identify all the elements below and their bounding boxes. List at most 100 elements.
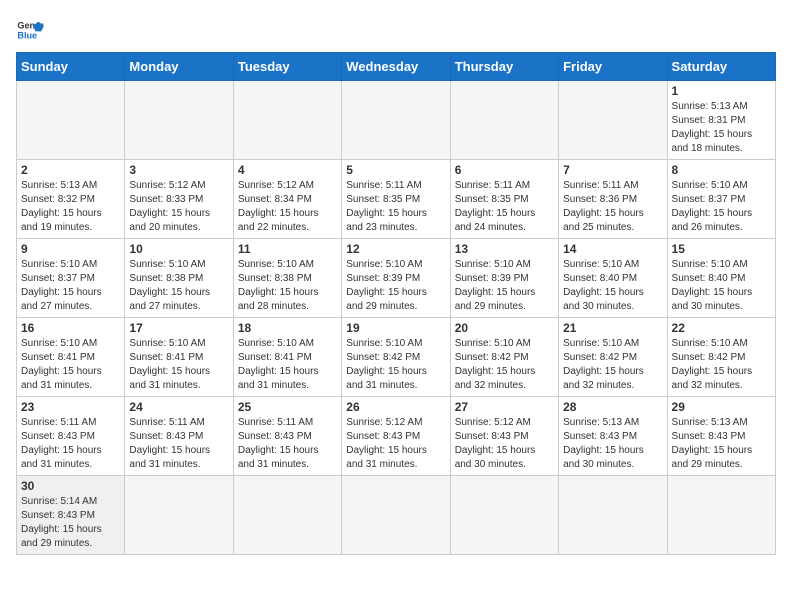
calendar-day-cell: [450, 81, 558, 160]
day-number: 18: [238, 321, 337, 335]
column-header-monday: Monday: [125, 53, 233, 81]
day-info: Sunrise: 5:14 AM Sunset: 8:43 PM Dayligh…: [21, 495, 120, 551]
day-number: 8: [672, 163, 771, 177]
calendar-day-cell: [450, 476, 558, 555]
calendar-day-cell: 16 Sunrise: 5:10 AM Sunset: 8:41 PM Dayli…: [17, 318, 125, 397]
calendar-day-cell: [667, 476, 775, 555]
day-number: 13: [455, 242, 554, 256]
calendar-day-cell: 4Sunrise: 5:12 AM Sunset: 8:34 PM Daylig…: [233, 160, 341, 239]
day-info: Sunrise: 5:10 AM Sunset: 8:38 PM Dayligh…: [238, 258, 337, 314]
day-number: 19: [346, 321, 445, 335]
calendar-day-cell: 6 Sunrise: 5:11 AM Sunset: 8:35 PM Daylig…: [450, 160, 558, 239]
calendar-day-cell: 8 Sunrise: 5:10 AM Sunset: 8:37 PM Daylig…: [667, 160, 775, 239]
day-number: 20: [455, 321, 554, 335]
calendar-day-cell: [233, 476, 341, 555]
day-info: Sunrise: 5:11 AM Sunset: 8:35 PM Dayligh…: [455, 179, 554, 235]
calendar-day-cell: [342, 476, 450, 555]
column-header-sunday: Sunday: [17, 53, 125, 81]
day-info: Sunrise: 5:11 AM Sunset: 8:36 PM Dayligh…: [563, 179, 662, 235]
day-number: 21: [563, 321, 662, 335]
calendar-day-cell: 1Sunrise: 5:13 AM Sunset: 8:31 PM Daylig…: [667, 81, 775, 160]
calendar-day-cell: 19 Sunrise: 5:10 AM Sunset: 8:42 PM Dayli…: [342, 318, 450, 397]
day-info: Sunrise: 5:10 AM Sunset: 8:42 PM Dayligh…: [455, 337, 554, 393]
day-info: Sunrise: 5:13 AM Sunset: 8:31 PM Dayligh…: [672, 100, 771, 156]
column-header-thursday: Thursday: [450, 53, 558, 81]
day-info: Sunrise: 5:13 AM Sunset: 8:43 PM Dayligh…: [672, 416, 771, 472]
calendar-day-cell: [17, 81, 125, 160]
day-info: Sunrise: 5:10 AM Sunset: 8:37 PM Dayligh…: [672, 179, 771, 235]
calendar-day-cell: [559, 81, 667, 160]
calendar-day-cell: 23Sunrise: 5:11 AM Sunset: 8:43 PM Dayli…: [17, 397, 125, 476]
calendar-day-cell: 28Sunrise: 5:13 AM Sunset: 8:43 PM Dayli…: [559, 397, 667, 476]
day-info: Sunrise: 5:11 AM Sunset: 8:43 PM Dayligh…: [129, 416, 228, 472]
calendar-day-cell: 11 Sunrise: 5:10 AM Sunset: 8:38 PM Dayli…: [233, 239, 341, 318]
calendar-day-cell: [233, 81, 341, 160]
day-number: 4: [238, 163, 337, 177]
calendar-day-cell: 17 Sunrise: 5:10 AM Sunset: 8:41 PM Dayli…: [125, 318, 233, 397]
day-number: 24: [129, 400, 228, 414]
day-number: 26: [346, 400, 445, 414]
calendar-week-row: 2 Sunrise: 5:13 AM Sunset: 8:32 PM Daylig…: [17, 160, 776, 239]
header: General Blue: [16, 16, 776, 44]
day-info: Sunrise: 5:12 AM Sunset: 8:33 PM Dayligh…: [129, 179, 228, 235]
day-number: 25: [238, 400, 337, 414]
day-info: Sunrise: 5:10 AM Sunset: 8:37 PM Dayligh…: [21, 258, 120, 314]
day-number: 17: [129, 321, 228, 335]
day-number: 16: [21, 321, 120, 335]
calendar-day-cell: [125, 81, 233, 160]
calendar-week-row: 30 Sunrise: 5:14 AM Sunset: 8:43 PM Dayli…: [17, 476, 776, 555]
day-number: 29: [672, 400, 771, 414]
day-info: Sunrise: 5:10 AM Sunset: 8:39 PM Dayligh…: [455, 258, 554, 314]
calendar-day-cell: 18 Sunrise: 5:10 AM Sunset: 8:41 PM Dayli…: [233, 318, 341, 397]
day-number: 6: [455, 163, 554, 177]
calendar-day-cell: 14 Sunrise: 5:10 AM Sunset: 8:40 PM Dayli…: [559, 239, 667, 318]
calendar-day-cell: [559, 476, 667, 555]
calendar-day-cell: 2 Sunrise: 5:13 AM Sunset: 8:32 PM Daylig…: [17, 160, 125, 239]
calendar-day-cell: 12Sunrise: 5:10 AM Sunset: 8:39 PM Dayli…: [342, 239, 450, 318]
day-number: 14: [563, 242, 662, 256]
calendar-day-cell: [342, 81, 450, 160]
calendar-week-row: 9 Sunrise: 5:10 AM Sunset: 8:37 PM Daylig…: [17, 239, 776, 318]
day-info: Sunrise: 5:11 AM Sunset: 8:43 PM Dayligh…: [238, 416, 337, 472]
calendar-day-cell: 13 Sunrise: 5:10 AM Sunset: 8:39 PM Dayli…: [450, 239, 558, 318]
day-info: Sunrise: 5:10 AM Sunset: 8:41 PM Dayligh…: [129, 337, 228, 393]
day-info: Sunrise: 5:11 AM Sunset: 8:35 PM Dayligh…: [346, 179, 445, 235]
logo: General Blue: [16, 16, 48, 44]
svg-text:Blue: Blue: [17, 30, 37, 40]
day-number: 3: [129, 163, 228, 177]
column-header-wednesday: Wednesday: [342, 53, 450, 81]
day-info: Sunrise: 5:10 AM Sunset: 8:38 PM Dayligh…: [129, 258, 228, 314]
calendar-day-cell: 3 Sunrise: 5:12 AM Sunset: 8:33 PM Daylig…: [125, 160, 233, 239]
day-info: Sunrise: 5:12 AM Sunset: 8:43 PM Dayligh…: [455, 416, 554, 472]
day-info: Sunrise: 5:10 AM Sunset: 8:41 PM Dayligh…: [238, 337, 337, 393]
day-number: 30: [21, 479, 120, 493]
calendar-week-row: 16 Sunrise: 5:10 AM Sunset: 8:41 PM Dayli…: [17, 318, 776, 397]
day-info: Sunrise: 5:11 AM Sunset: 8:43 PM Dayligh…: [21, 416, 120, 472]
calendar-day-cell: 29 Sunrise: 5:13 AM Sunset: 8:43 PM Dayli…: [667, 397, 775, 476]
day-number: 28: [563, 400, 662, 414]
day-info: Sunrise: 5:10 AM Sunset: 8:42 PM Dayligh…: [346, 337, 445, 393]
calendar-day-cell: 24 Sunrise: 5:11 AM Sunset: 8:43 PM Dayli…: [125, 397, 233, 476]
day-number: 22: [672, 321, 771, 335]
calendar-day-cell: 25 Sunrise: 5:11 AM Sunset: 8:43 PM Dayli…: [233, 397, 341, 476]
day-number: 9: [21, 242, 120, 256]
day-info: Sunrise: 5:10 AM Sunset: 8:40 PM Dayligh…: [563, 258, 662, 314]
day-number: 11: [238, 242, 337, 256]
calendar-day-cell: 7 Sunrise: 5:11 AM Sunset: 8:36 PM Daylig…: [559, 160, 667, 239]
day-info: Sunrise: 5:10 AM Sunset: 8:42 PM Dayligh…: [563, 337, 662, 393]
day-number: 7: [563, 163, 662, 177]
calendar-day-cell: 15Sunrise: 5:10 AM Sunset: 8:40 PM Dayli…: [667, 239, 775, 318]
day-info: Sunrise: 5:13 AM Sunset: 8:32 PM Dayligh…: [21, 179, 120, 235]
day-info: Sunrise: 5:10 AM Sunset: 8:42 PM Dayligh…: [672, 337, 771, 393]
generalblue-logo-icon: General Blue: [16, 16, 44, 44]
calendar-day-cell: [125, 476, 233, 555]
day-info: Sunrise: 5:10 AM Sunset: 8:39 PM Dayligh…: [346, 258, 445, 314]
day-number: 15: [672, 242, 771, 256]
calendar-day-cell: 26Sunrise: 5:12 AM Sunset: 8:43 PM Dayli…: [342, 397, 450, 476]
day-info: Sunrise: 5:10 AM Sunset: 8:41 PM Dayligh…: [21, 337, 120, 393]
calendar-day-cell: 21 Sunrise: 5:10 AM Sunset: 8:42 PM Dayli…: [559, 318, 667, 397]
day-number: 2: [21, 163, 120, 177]
calendar-week-row: 23Sunrise: 5:11 AM Sunset: 8:43 PM Dayli…: [17, 397, 776, 476]
calendar-day-cell: 20 Sunrise: 5:10 AM Sunset: 8:42 PM Dayli…: [450, 318, 558, 397]
calendar-week-row: 1Sunrise: 5:13 AM Sunset: 8:31 PM Daylig…: [17, 81, 776, 160]
